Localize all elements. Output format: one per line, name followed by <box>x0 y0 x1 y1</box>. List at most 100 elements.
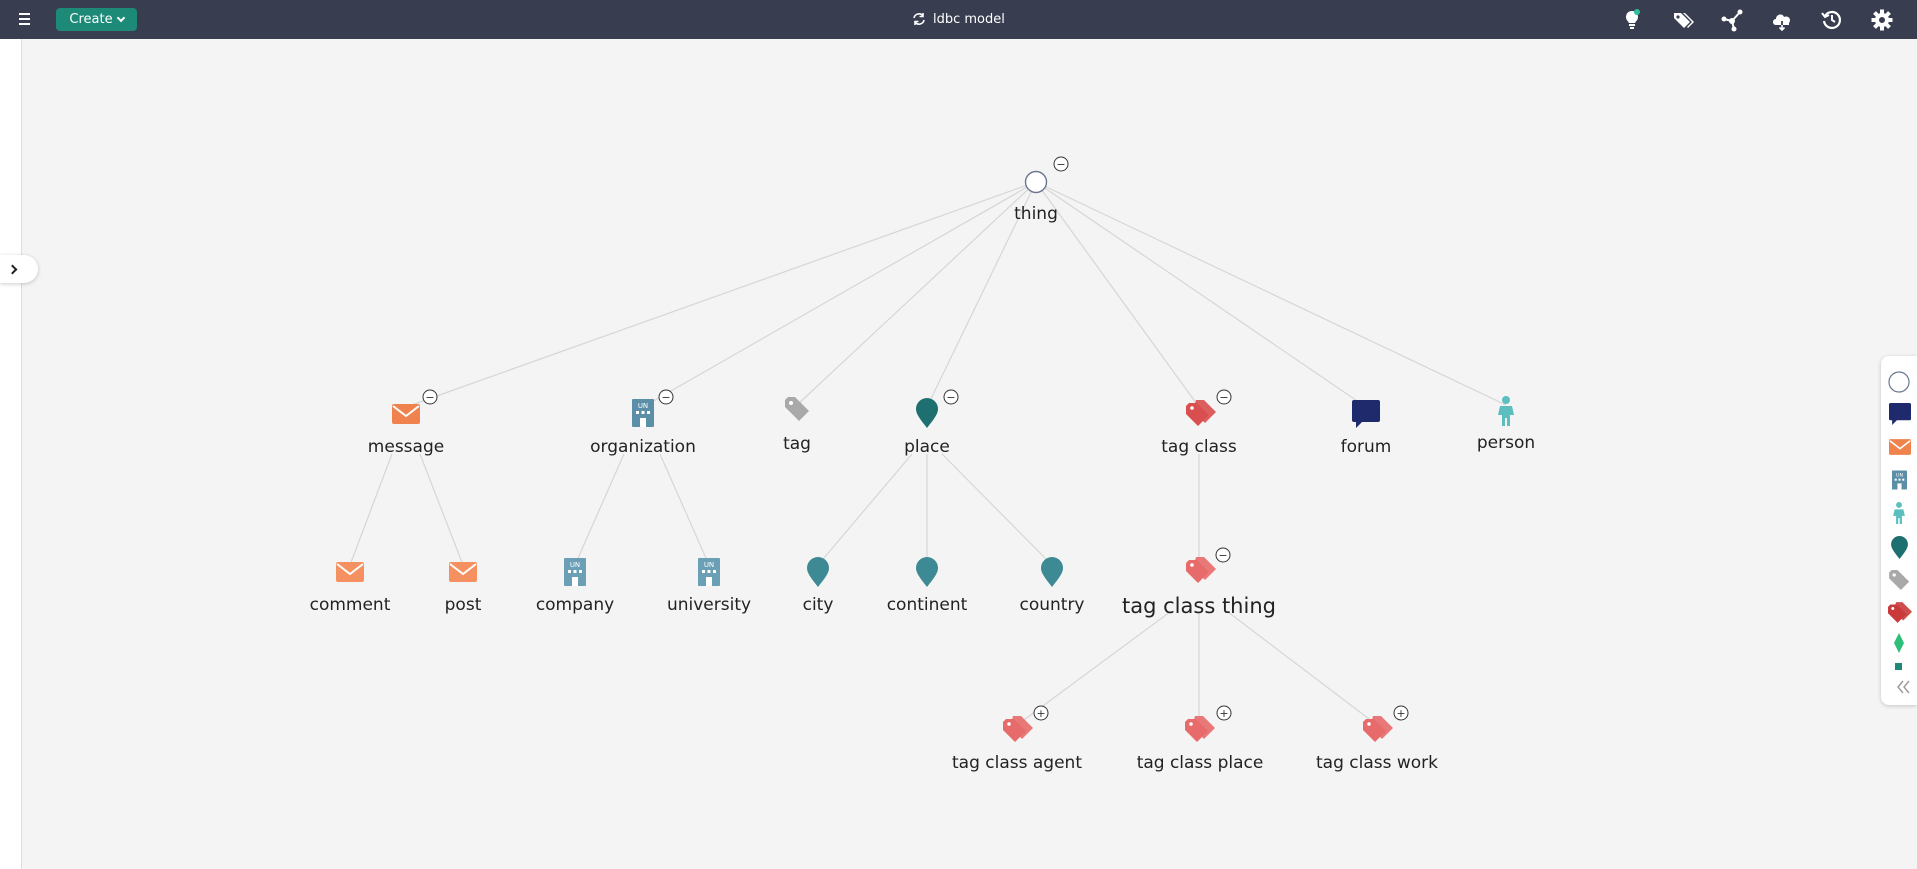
svg-text:−: − <box>1056 158 1065 171</box>
svg-text:+: + <box>1396 707 1405 720</box>
svg-text:−: − <box>661 391 670 404</box>
edge <box>796 181 1037 406</box>
tag-icon[interactable] <box>1889 570 1910 590</box>
node-forum[interactable]: forum <box>1341 400 1392 457</box>
node-tag-class[interactable]: tag class <box>1161 400 1237 457</box>
collapse-toggle[interactable]: − <box>1215 547 1231 563</box>
tags-icon <box>1363 716 1393 742</box>
node-company[interactable]: company <box>536 558 614 615</box>
edge <box>574 453 625 566</box>
node-tag-class-agent[interactable]: tag class agent <box>952 716 1082 773</box>
node-tag-class-place[interactable]: tag class place <box>1137 716 1264 773</box>
edge <box>1035 181 1367 408</box>
edge <box>1035 181 1507 406</box>
organization-icon[interactable] <box>1892 470 1907 490</box>
expand-toggle[interactable]: + <box>1216 705 1232 721</box>
node-tag[interactable]: tag <box>783 397 811 454</box>
node-label: organization <box>590 437 696 457</box>
tag-class-icon[interactable] <box>1888 602 1912 623</box>
collapse-toggle[interactable]: − <box>1053 156 1069 172</box>
node-post[interactable]: post <box>445 562 482 615</box>
svg-text:+: + <box>1219 707 1228 720</box>
node-city[interactable]: city <box>803 557 834 615</box>
message-icon[interactable] <box>1889 439 1911 455</box>
edge <box>349 453 393 566</box>
edge <box>419 453 464 566</box>
node-label: tag class place <box>1137 753 1264 773</box>
node-label: city <box>803 595 834 615</box>
edge <box>1227 611 1378 726</box>
map-pin-icon <box>916 557 938 587</box>
square-icon[interactable] <box>1895 663 1902 670</box>
tag-icon <box>785 397 809 421</box>
node-tag-class-work[interactable]: tag class work <box>1316 716 1438 773</box>
node-label: thing <box>1014 204 1058 224</box>
edge <box>405 181 1037 408</box>
edge <box>817 453 913 566</box>
node-thing[interactable]: thing <box>1014 170 1058 225</box>
node-message[interactable]: message <box>368 404 444 457</box>
expand-toggle[interactable]: + <box>1033 705 1049 721</box>
map-pin-icon <box>1041 557 1063 587</box>
node-label: company <box>536 595 614 615</box>
collapse-toggle[interactable]: − <box>943 389 959 405</box>
node-label: comment <box>310 595 391 615</box>
node-label: country <box>1019 595 1084 615</box>
tags-icon <box>1003 716 1033 742</box>
node-organization[interactable]: organization <box>590 399 696 457</box>
expand-toggle[interactable]: + <box>1393 705 1409 721</box>
node-label: continent <box>887 595 968 615</box>
node-label: message <box>368 437 444 457</box>
edge <box>659 453 710 566</box>
collapse-toggle[interactable]: − <box>1216 389 1232 405</box>
edge <box>642 181 1037 408</box>
node-tag-class-thing[interactable]: tag class thing <box>1122 557 1276 618</box>
node-label: person <box>1477 433 1535 453</box>
node-comment[interactable]: comment <box>310 562 391 615</box>
envelope-icon <box>392 404 420 424</box>
envelope-icon <box>336 562 364 582</box>
collapse-toggle[interactable]: − <box>422 389 438 405</box>
legend-panel <box>1881 356 1917 705</box>
envelope-icon <box>449 562 477 582</box>
building-icon <box>698 558 720 586</box>
node-label-selected: tag class thing <box>1122 594 1276 618</box>
chat-icon <box>1352 400 1380 428</box>
svg-text:−: − <box>946 391 955 404</box>
collapse-icon[interactable] <box>1897 680 1910 694</box>
tags-icon <box>1186 400 1216 426</box>
edge <box>1035 181 1200 408</box>
node-place[interactable]: place <box>904 398 950 457</box>
svg-text:−: − <box>1218 549 1227 562</box>
building-icon <box>632 399 654 427</box>
building-icon <box>564 558 586 586</box>
map-pin-icon <box>807 557 829 587</box>
edge <box>941 453 1053 566</box>
thing-icon[interactable] <box>1888 371 1910 393</box>
node-label: tag class <box>1161 437 1237 457</box>
person-icon <box>1498 396 1514 426</box>
node-label: tag class work <box>1316 753 1438 773</box>
diamond-icon[interactable] <box>1894 633 1904 653</box>
svg-text:−: − <box>425 391 434 404</box>
collapse-toggle[interactable]: − <box>658 389 674 405</box>
node-label: university <box>667 595 751 615</box>
node-label: post <box>445 595 482 615</box>
node-label: tag <box>783 434 811 454</box>
svg-text:−: − <box>1219 391 1228 404</box>
map-pin-icon <box>916 398 938 428</box>
tags-icon <box>1185 716 1215 742</box>
node-label: place <box>904 437 950 457</box>
tags-icon <box>1186 557 1216 583</box>
node-label: forum <box>1341 437 1392 457</box>
place-icon[interactable] <box>1891 536 1908 559</box>
node-label: tag class agent <box>952 753 1082 773</box>
node-university[interactable]: university <box>667 558 751 615</box>
svg-text:+: + <box>1036 707 1045 720</box>
node-continent[interactable]: continent <box>887 557 968 615</box>
forum-icon[interactable] <box>1889 403 1911 425</box>
node-country[interactable]: country <box>1019 557 1085 615</box>
person-icon[interactable] <box>1893 502 1905 524</box>
thing-icon <box>1024 170 1048 194</box>
hierarchy-diagram: UN thing − message <box>310 156 1535 773</box>
